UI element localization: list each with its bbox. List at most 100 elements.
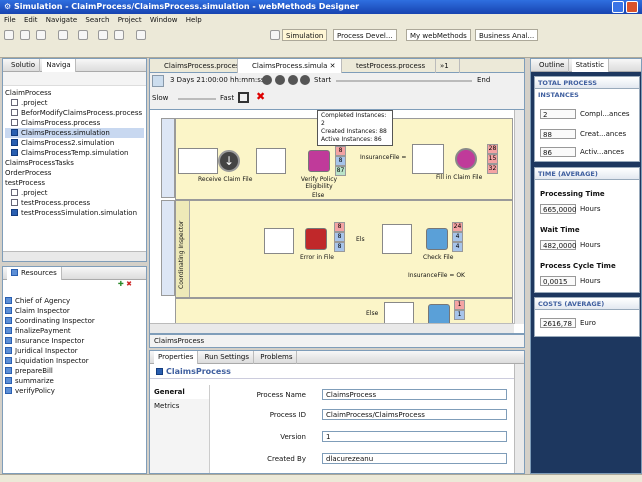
- stop-button[interactable]: [288, 75, 298, 85]
- speed-slider[interactable]: [178, 98, 216, 100]
- receive-claim-event[interactable]: ↓: [218, 150, 240, 172]
- tree-item[interactable]: ClaimsProcess.process: [5, 118, 144, 128]
- error-gauge[interactable]: [264, 228, 294, 254]
- process-canvas[interactable]: Coordinating Inspector Completed Instanc…: [149, 109, 525, 334]
- tree-item[interactable]: testProcess: [5, 178, 144, 188]
- section-metrics[interactable]: Metrics: [150, 399, 209, 413]
- back-icon[interactable]: [98, 30, 108, 40]
- breadcrumb-item[interactable]: ClaimsProcess: [154, 337, 204, 345]
- bottom-gauge[interactable]: [384, 302, 414, 324]
- start-gauge[interactable]: [178, 148, 218, 174]
- resource-item[interactable]: Insurance Inspector: [5, 336, 144, 346]
- field-label: Created By: [267, 455, 306, 463]
- tree-item[interactable]: ClaimsProcessTasks: [5, 158, 144, 168]
- tree-item[interactable]: ClaimsProcessTemp.simulation: [5, 148, 144, 158]
- created-by-field[interactable]: dlacurezeanu: [322, 453, 507, 464]
- new-icon[interactable]: [4, 30, 14, 40]
- tab-problems[interactable]: Problems: [256, 351, 298, 364]
- menu-project[interactable]: Project: [118, 16, 142, 24]
- editor-tab-overflow[interactable]: »1: [436, 59, 460, 73]
- minimize-button[interactable]: [612, 1, 624, 13]
- pause-button[interactable]: [275, 75, 285, 85]
- menu-window[interactable]: Window: [150, 16, 178, 24]
- verify-gauge[interactable]: [256, 148, 286, 174]
- tab-resources[interactable]: Resources: [7, 267, 62, 280]
- print-icon[interactable]: [36, 30, 46, 40]
- fill-claim-event[interactable]: [455, 148, 477, 170]
- resource-item[interactable]: Coordinating Inspector: [5, 316, 144, 326]
- close-button[interactable]: [626, 1, 638, 13]
- perspective-my-webmethods[interactable]: My webMethods: [406, 29, 471, 41]
- resource-item[interactable]: Liquidation Inspector: [5, 356, 144, 366]
- open-perspective-icon[interactable]: [270, 30, 280, 40]
- fill-counter-2: 15: [487, 154, 498, 164]
- resource-item[interactable]: prepareBill: [5, 366, 144, 376]
- section-general[interactable]: General: [150, 385, 209, 399]
- tree-item[interactable]: ClaimsProcess.simulation: [5, 128, 144, 138]
- menu-navigate[interactable]: Navigate: [46, 16, 77, 24]
- menu-help[interactable]: Help: [186, 16, 202, 24]
- tree-item[interactable]: testProcessSimulation.simulation: [5, 208, 144, 218]
- tree-item-label: testProcess: [5, 179, 45, 187]
- check-file-task[interactable]: [426, 228, 448, 250]
- timeline-slider[interactable]: [336, 80, 472, 82]
- tree-item[interactable]: OrderProcess: [5, 168, 144, 178]
- tree-item[interactable]: ClaimProcess: [5, 88, 144, 98]
- tab-solution[interactable]: Solutio: [7, 59, 41, 72]
- save-icon[interactable]: [20, 30, 30, 40]
- stop-square-icon[interactable]: [238, 92, 249, 103]
- edit-icon[interactable]: [58, 30, 68, 40]
- forward-icon[interactable]: [114, 30, 124, 40]
- play-button[interactable]: [262, 75, 272, 85]
- delete-resource-icon[interactable]: ✖: [126, 280, 132, 288]
- menu-file[interactable]: File: [4, 16, 16, 24]
- verify-counter-2: 8: [335, 156, 346, 166]
- tree-item[interactable]: .project: [5, 98, 144, 108]
- tree-item-label: testProcess.process: [21, 199, 91, 207]
- canvas-vertical-scrollbar[interactable]: [514, 110, 524, 324]
- resource-item[interactable]: finalizePayment: [5, 326, 144, 336]
- error-in-file-task[interactable]: [305, 228, 327, 250]
- perspective-business-analysis[interactable]: Business Anal...: [475, 29, 539, 41]
- tree-item[interactable]: ClaimsProcess2.simulation: [5, 138, 144, 148]
- check-gauge[interactable]: [382, 224, 412, 254]
- editor-tab-claimsprocess-simulation[interactable]: ClaimsProcess.simula ✕: [238, 59, 342, 73]
- resource-item[interactable]: Juridical Inspector: [5, 346, 144, 356]
- fill-gauge[interactable]: [412, 144, 444, 174]
- verify-policy-task[interactable]: [308, 150, 330, 172]
- close-icon[interactable]: ✖: [256, 90, 265, 103]
- menu-search[interactable]: Search: [85, 16, 109, 24]
- pin-icon[interactable]: [136, 30, 146, 40]
- add-resource-icon[interactable]: ✚: [118, 280, 124, 288]
- resource-item[interactable]: Chief of Agency: [5, 296, 144, 306]
- perspective-process-development[interactable]: Process Devel...: [333, 29, 397, 41]
- tab-statistic[interactable]: Statistic: [571, 59, 609, 72]
- debug-icon[interactable]: [78, 30, 88, 40]
- process-id-field[interactable]: ClaimProcess/ClaimsProcess: [322, 409, 507, 420]
- tree-item[interactable]: BeforModifyClaimsProcess.process: [5, 108, 144, 118]
- editor-tab-claimsprocess-process[interactable]: ClaimsProcess.proces: [150, 59, 238, 73]
- tree-item[interactable]: testProcess.process: [5, 198, 144, 208]
- editor-tab-testprocess[interactable]: testProcess.process: [342, 59, 436, 73]
- resource-item[interactable]: verifyPolicy: [5, 386, 144, 396]
- version-field[interactable]: 1: [322, 431, 507, 442]
- tab-navigator[interactable]: Naviga: [42, 59, 76, 72]
- navigator-scrollbar[interactable]: [3, 251, 146, 261]
- tab-run-settings[interactable]: Run Settings: [201, 351, 254, 364]
- tree-item[interactable]: .project: [5, 188, 144, 198]
- step-button[interactable]: [300, 75, 310, 85]
- canvas-horizontal-scrollbar[interactable]: [150, 323, 514, 333]
- menu-edit[interactable]: Edit: [24, 16, 38, 24]
- tooltip-line: Completed Instances: 2: [321, 112, 387, 127]
- tree-item-label: ClaimsProcessTasks: [5, 159, 74, 167]
- main-toolbar: Simulation Process Devel... My webMethod…: [0, 26, 642, 58]
- verify-policy-label: Verify Policy Eligibility: [300, 176, 338, 190]
- tab-outline[interactable]: Outline: [535, 59, 570, 72]
- resource-item[interactable]: Claim Inspector: [5, 306, 144, 316]
- resource-item[interactable]: summarize: [5, 376, 144, 386]
- properties-scrollbar[interactable]: [514, 364, 524, 473]
- process-name-field[interactable]: ClaimsProcess: [322, 389, 507, 400]
- resource-icon: [5, 327, 12, 334]
- tab-properties[interactable]: Properties: [154, 351, 199, 364]
- perspective-simulation[interactable]: Simulation: [282, 29, 328, 41]
